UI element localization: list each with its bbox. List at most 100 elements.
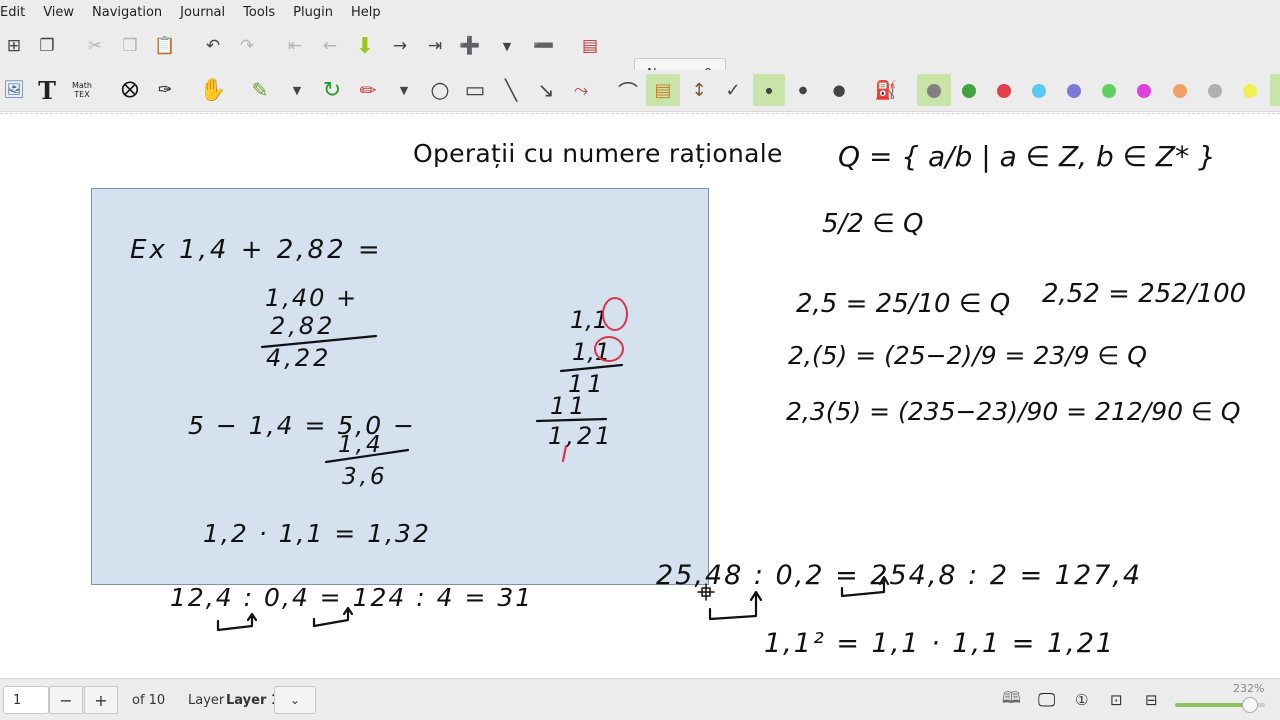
ink-line-15: 2,52 = 252/100 bbox=[1042, 279, 1246, 309]
page-count: of 10 bbox=[132, 692, 166, 708]
status-bar: 1 − + of 10 Layer Layer 1 ⌄ 🕮 🖵 ① ⊡ ⊟ 23… bbox=[0, 678, 1280, 720]
line-icon[interactable]: ╲ bbox=[497, 76, 525, 104]
pen-icon[interactable]: ✎ bbox=[246, 76, 274, 104]
lasso-icon[interactable]: ⌒ bbox=[614, 76, 642, 104]
previous-page-icon[interactable]: ← bbox=[316, 32, 344, 60]
math-tex-icon[interactable]: Math TEX bbox=[68, 76, 96, 104]
ink-line-8: 1,2 · 1,1 = 1,32 bbox=[203, 519, 431, 548]
handwriting-layer: Q = { a/b | a ∈ Z, b ∈ Z* } Ex 1,4 + 2,8… bbox=[130, 140, 1246, 659]
block-multiplication: 1,2 · 1,1 = 1,32 bbox=[203, 519, 431, 548]
main-toolbar: ⊞ ❐ ✂ ❐ 📋 ↶ ↷ ⇤ ← ⬇ → ⇥ ➕ ▼ ➖ ▤ None 0 bbox=[0, 26, 1280, 90]
next-page-icon[interactable]: → bbox=[386, 32, 414, 60]
menu-help[interactable]: Help bbox=[342, 0, 390, 26]
hand-tool-icon[interactable]: ✋ bbox=[199, 76, 227, 104]
block-ex-addition: Ex 1,4 + 2,82 = 1,40 + 2,82 4,22 bbox=[130, 235, 383, 372]
rectangle-icon[interactable]: ▭ bbox=[461, 76, 489, 104]
math-label: Math bbox=[71, 81, 92, 90]
insert-page-icon[interactable]: ➕ bbox=[456, 32, 484, 60]
ink-line-2: 1,40 + bbox=[265, 284, 358, 312]
previous-page-button[interactable]: − bbox=[49, 686, 83, 714]
ink-line-10: 12,4 : 0,4 = 124 : 4 = 31 bbox=[170, 583, 533, 612]
new-page-icon[interactable]: ⊞ bbox=[0, 32, 28, 60]
menu-journal[interactable]: Journal bbox=[171, 0, 234, 26]
color-gray-icon[interactable] bbox=[927, 84, 941, 98]
zoom-slider-fill bbox=[1175, 703, 1252, 707]
last-page-icon[interactable]: ⇥ bbox=[421, 32, 449, 60]
color-purple-icon[interactable] bbox=[1067, 84, 1081, 98]
layer-dropdown-icon[interactable]: ⌄ bbox=[274, 686, 316, 714]
col-mult-second: 1,1 bbox=[572, 338, 610, 366]
ink-line-7: 3,6 bbox=[342, 464, 388, 490]
zoom-100-icon[interactable]: ① bbox=[1075, 686, 1088, 714]
fullscreen-icon[interactable]: ▤ bbox=[576, 32, 604, 60]
pen-dropdown-icon[interactable]: ▼ bbox=[283, 76, 311, 104]
zoom-out-icon[interactable]: ⊟ bbox=[1145, 686, 1158, 714]
cut-icon[interactable]: ✂ bbox=[81, 32, 109, 60]
color-red-icon[interactable] bbox=[997, 84, 1011, 98]
plus-label: + bbox=[94, 690, 108, 710]
color-silver-icon[interactable] bbox=[1208, 84, 1222, 98]
block-subtraction: 5 − 1,4 = 5,0 − 1,4 3,6 bbox=[188, 411, 414, 490]
layer-label: Layer bbox=[188, 692, 225, 708]
next-page-button[interactable]: + bbox=[84, 686, 118, 714]
menu-tools[interactable]: Tools bbox=[234, 0, 284, 26]
page-number-value: 1 bbox=[13, 692, 22, 708]
select-region-icon[interactable]: ↻ bbox=[318, 76, 346, 104]
spline-icon[interactable]: ⤳ bbox=[567, 76, 595, 104]
menu-edit[interactable]: Edit bbox=[0, 0, 34, 26]
toolbar-overflow bbox=[1270, 74, 1280, 106]
eraser-dropdown-icon[interactable]: ▼ bbox=[390, 76, 418, 104]
text-tool-icon[interactable]: T bbox=[33, 76, 61, 105]
menu-plugin[interactable]: Plugin bbox=[284, 0, 342, 26]
first-page-icon[interactable]: ⇤ bbox=[281, 32, 309, 60]
copy-icon[interactable]: ❐ bbox=[116, 32, 144, 60]
definition-q: Q = { a/b | a ∈ Z, b ∈ Z* } bbox=[838, 140, 1216, 173]
shape-recognizer-icon[interactable]: ⭙ bbox=[116, 76, 144, 104]
delete-page-icon[interactable]: ➖ bbox=[530, 32, 558, 60]
ink-line-1: Ex 1,4 + 2,82 = bbox=[130, 235, 383, 265]
menu-navigation[interactable]: Navigation bbox=[83, 0, 171, 26]
ruler-magnet-icon[interactable]: ✑ bbox=[151, 76, 179, 104]
color-orange-icon[interactable] bbox=[1173, 84, 1187, 98]
fine-size-icon[interactable]: ● bbox=[755, 76, 783, 104]
eraser-icon[interactable]: ✏ bbox=[354, 76, 382, 104]
ink-line-13: 5/2 ∈ Q bbox=[822, 209, 924, 239]
tools-toolbar: 🖼 T Math TEX ⭙ ✑ ✋ ✎ ▼ ↻ ✏ ▼ ○ ▭ ╲ ↘ ⤳ ⌒… bbox=[0, 70, 1280, 112]
vertical-space-icon[interactable]: ↕ bbox=[685, 76, 713, 104]
menu-bar: Edit View Navigation Journal Tools Plugi… bbox=[0, 0, 1280, 26]
arrow-icon[interactable]: ↘ bbox=[532, 76, 560, 104]
color-magenta-icon[interactable] bbox=[1137, 84, 1151, 98]
page-number-input[interactable]: 1 bbox=[3, 686, 49, 714]
ellipse-icon[interactable]: ○ bbox=[426, 76, 454, 104]
open-file-icon[interactable]: ❐ bbox=[33, 32, 61, 60]
color-green-icon[interactable] bbox=[962, 84, 976, 98]
thick-size-icon[interactable]: ● bbox=[825, 76, 853, 104]
ink-line-14: 2,5 = 25/10 ∈ Q bbox=[796, 289, 1010, 319]
ink-line-16: 2,(5) = (25−2)/9 = 23/9 ∈ Q bbox=[788, 341, 1147, 370]
menu-view[interactable]: View bbox=[34, 0, 83, 26]
goto-page-icon[interactable]: ⬇ bbox=[351, 32, 379, 60]
presentation-view-icon[interactable]: 🖵 bbox=[1038, 686, 1055, 714]
rect-select-icon[interactable]: ▤ bbox=[649, 76, 677, 104]
color-lightgreen-icon[interactable] bbox=[1102, 84, 1116, 98]
medium-size-icon[interactable]: ● bbox=[789, 76, 817, 104]
rule-4 bbox=[535, 417, 608, 423]
color-lightblue-icon[interactable] bbox=[1032, 84, 1046, 98]
block-division-1: 12,4 : 0,4 = 124 : 4 = 31 bbox=[170, 583, 533, 632]
zoom-percent: 232% bbox=[1233, 682, 1265, 695]
image-icon[interactable]: 🖼 bbox=[0, 76, 28, 104]
check-icon[interactable]: ✓ bbox=[719, 76, 747, 104]
ink-line-3: 2,82 bbox=[270, 312, 335, 340]
layer-value: Layer 1 bbox=[226, 692, 280, 708]
page-canvas[interactable]: Operații cu numere raționale Q = { a/b |… bbox=[0, 113, 1280, 678]
paste-icon[interactable]: 📋 bbox=[151, 32, 179, 60]
zoom-slider-handle[interactable] bbox=[1242, 697, 1258, 713]
undo-icon[interactable]: ↶ bbox=[199, 32, 227, 60]
fill-icon[interactable]: ⛽ bbox=[872, 76, 900, 104]
definition-text: Q = { a/b | a ∈ Z, b ∈ Z* } bbox=[838, 140, 1216, 173]
two-page-view-icon[interactable]: 🕮 bbox=[1002, 686, 1021, 714]
color-yellow-icon[interactable] bbox=[1243, 84, 1257, 98]
insert-page-dropdown-icon[interactable]: ▼ bbox=[493, 32, 521, 60]
zoom-fit-icon[interactable]: ⊡ bbox=[1110, 686, 1123, 714]
redo-icon[interactable]: ↷ bbox=[233, 32, 261, 60]
